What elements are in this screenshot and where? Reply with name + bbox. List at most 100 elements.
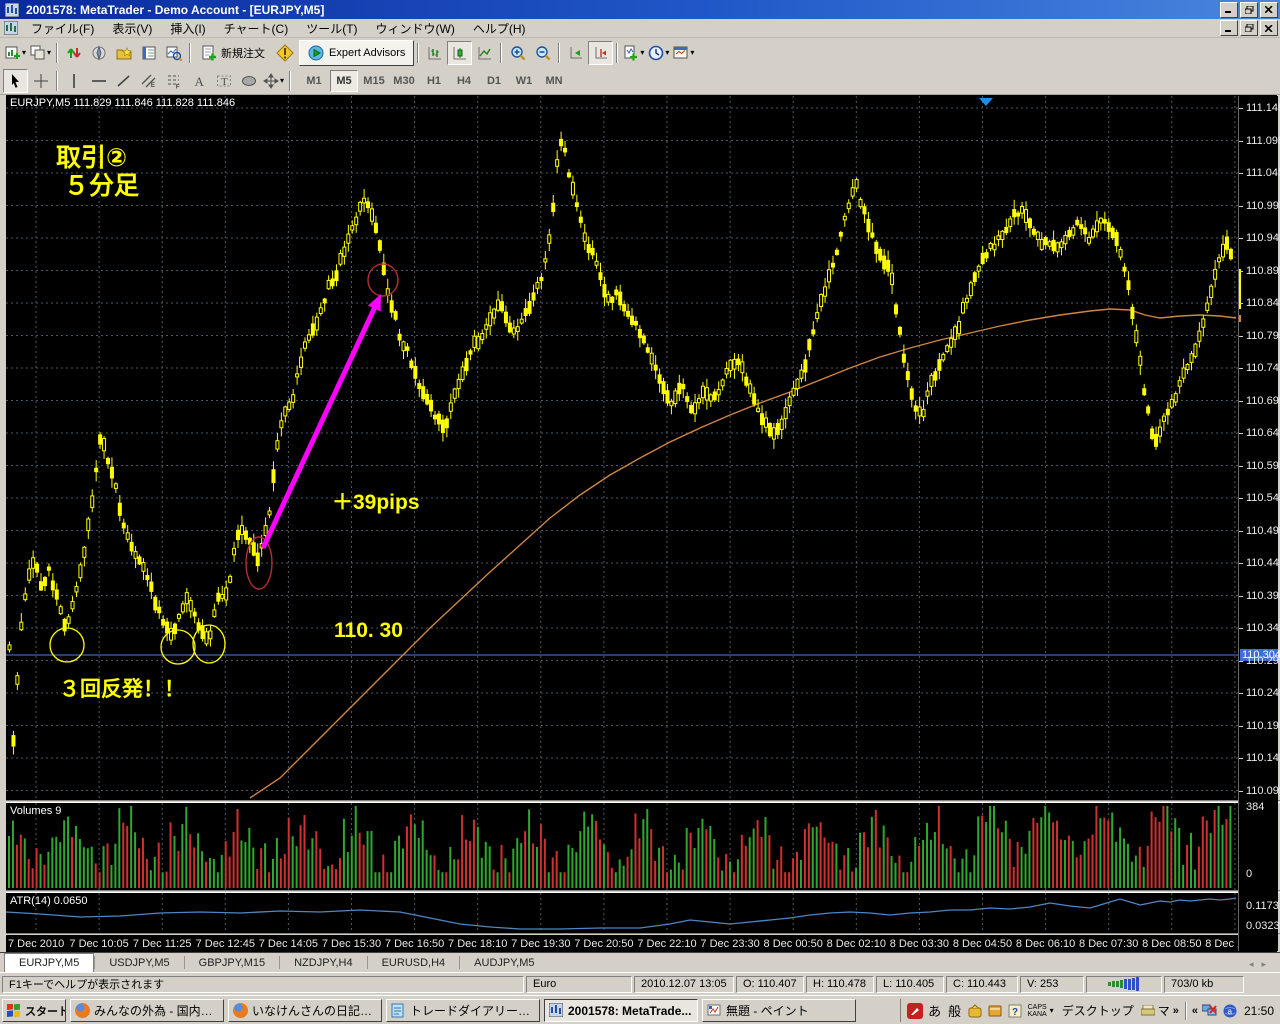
bar-chart-button[interactable]	[422, 41, 447, 65]
menu-window[interactable]: ウィンドウ(W)	[367, 18, 464, 39]
indicator-dropdown-arrow[interactable]: ▾	[1050, 1006, 1054, 1015]
chart-tab-eurjpy[interactable]: EURJPY,M5	[4, 953, 94, 972]
ellipse-tool-button[interactable]	[236, 69, 261, 93]
status-bar: F1キーでヘルプが表示されますEuro2010.12.07 13:05O: 11…	[0, 972, 1280, 995]
main-price-chart[interactable]	[6, 96, 1238, 800]
status-close-price: C: 110.443	[946, 976, 1018, 993]
minimize-button[interactable]	[1220, 2, 1238, 18]
menu-insert[interactable]: 挿入(I)	[161, 18, 214, 39]
menu-tools[interactable]: ツール(T)	[297, 18, 366, 39]
timeframe-w1-button[interactable]: W1	[510, 70, 538, 92]
volumes-pane[interactable]	[6, 803, 1238, 890]
timeframe-m15-button[interactable]: M15	[360, 70, 388, 92]
timeframe-h4-button[interactable]: H4	[450, 70, 478, 92]
menu-file[interactable]: ファイル(F)	[22, 18, 103, 39]
market-watch-button[interactable]	[61, 41, 86, 65]
chart-tab-nzdjpy[interactable]: NZDJPY,H4	[280, 953, 366, 972]
crosshair-button[interactable]	[28, 69, 53, 93]
auto-scroll-button[interactable]	[563, 41, 588, 65]
price-axis-label: 110.995	[1246, 200, 1280, 212]
chart-tab-gbpjpy[interactable]: GBPJPY,M15	[185, 953, 279, 972]
periods-button[interactable]: ▾	[646, 41, 671, 65]
zoom-in-button[interactable]	[505, 41, 530, 65]
keyboard-state-indicator[interactable]: CAPS KANA	[1028, 1004, 1047, 1018]
new-chart-button[interactable]: ▾	[3, 41, 28, 65]
price-axis[interactable]: 110.304 384 0 0.1173 0.0323 111.145111.0…	[1238, 96, 1278, 951]
text-button[interactable]: A	[186, 69, 211, 93]
expert-advisors-button[interactable]: Expert Advisors	[299, 40, 414, 66]
desktop-toolbar-label[interactable]: デスクトップ	[1062, 1002, 1134, 1019]
ime-pad-icon[interactable]	[967, 1003, 983, 1019]
printer-tray-icon[interactable]	[1140, 1003, 1156, 1019]
metaeditor-warning-icon[interactable]	[272, 41, 297, 65]
timeframe-m30-button[interactable]: M30	[390, 70, 418, 92]
zoom-out-button[interactable]	[530, 41, 555, 65]
timeframe-d1-button[interactable]: D1	[480, 70, 508, 92]
price-axis-label: 111.145	[1246, 102, 1280, 114]
time-axis[interactable]: 7 Dec 20107 Dec 10:057 Dec 11:257 Dec 12…	[6, 935, 1238, 952]
svg-text:a: a	[1227, 1007, 1232, 1016]
firefox-icon	[233, 1003, 248, 1018]
strategy-tester-button[interactable]	[161, 41, 186, 65]
annotation-bounce: ３回反発！！	[59, 673, 185, 703]
price-axis-label: 111.095	[1246, 135, 1280, 147]
line-chart-button[interactable]	[472, 41, 497, 65]
templates-button[interactable]: ▾	[671, 41, 696, 65]
indicators-button[interactable]: ▾	[621, 41, 646, 65]
chart-tab-eurusd[interactable]: EURUSD,H4	[368, 953, 460, 972]
network-status-icon[interactable]	[1202, 1003, 1218, 1019]
volumes-axis-max: 384	[1246, 801, 1264, 813]
equidistant-channel-button[interactable]: E	[136, 69, 161, 93]
timeframe-h1-button[interactable]: H1	[420, 70, 448, 92]
close-button[interactable]	[1260, 2, 1278, 18]
ime-mode-indicator[interactable]: 般	[947, 1003, 963, 1019]
menu-charts[interactable]: チャート(C)	[215, 18, 298, 39]
timeframe-m1-button[interactable]: M1	[300, 70, 328, 92]
chart-tab-audjpy[interactable]: AUDJPY,M5	[460, 953, 548, 972]
atok-globe-icon[interactable]: a	[1222, 1003, 1238, 1019]
taskbar-button-4[interactable]: 無題 - ペイント	[702, 999, 856, 1022]
timeframe-m5-button[interactable]: M5	[330, 70, 358, 92]
child-minimize-button[interactable]	[1220, 20, 1238, 36]
vertical-line-button[interactable]	[61, 69, 86, 93]
menu-view[interactable]: 表示(V)	[103, 18, 161, 39]
chart-child-icon[interactable]	[2, 20, 20, 36]
child-restore-button[interactable]	[1240, 20, 1258, 36]
status-symbol-description: Euro	[526, 976, 632, 993]
timeframe-mn-button[interactable]: MN	[540, 70, 568, 92]
horizontal-line-button[interactable]	[86, 69, 111, 93]
trendline-button[interactable]	[111, 69, 136, 93]
taskbar-button-2[interactable]: トレードダイアリーテンプレー...	[386, 999, 540, 1022]
toolbar-chevron-right[interactable]: »	[1173, 1005, 1179, 1017]
terminal-button[interactable]	[136, 41, 161, 65]
data-window-button[interactable]	[86, 41, 111, 65]
menu-help[interactable]: ヘルプ(H)	[464, 18, 535, 39]
atr-pane[interactable]	[6, 893, 1238, 933]
taskbar-button-0[interactable]: みんなの外為 - 国内最...	[70, 999, 224, 1022]
text-label-button[interactable]: T	[211, 69, 236, 93]
ime-dictionary-icon[interactable]	[987, 1003, 1003, 1019]
connection-status-icon[interactable]	[1086, 976, 1162, 993]
profiles-button[interactable]: ▾	[28, 41, 53, 65]
chart-tab-usdjpy[interactable]: USDJPY,M5	[95, 953, 183, 972]
child-close-button[interactable]	[1260, 20, 1278, 36]
ime-ma-indicator[interactable]: マ	[1158, 1002, 1170, 1019]
arrows-tool-button[interactable]: ▾	[261, 69, 286, 93]
cursor-button[interactable]	[3, 69, 28, 93]
fibonacci-button[interactable]: F	[161, 69, 186, 93]
ime-hiragana-indicator[interactable]: あ	[927, 1003, 943, 1019]
tab-scroll-arrows[interactable]: ◂▸	[1249, 959, 1274, 970]
navigator-button[interactable]	[111, 41, 136, 65]
tray-clock[interactable]: 21:50	[1244, 1004, 1274, 1018]
taskbar-button-1[interactable]: いなけんさんの日記「2010...	[228, 999, 382, 1022]
ime-tool-icon[interactable]	[907, 1003, 923, 1019]
taskbar-button-3[interactable]: 2001578: MetaTrade...	[544, 999, 698, 1022]
restore-button[interactable]	[1240, 2, 1258, 18]
start-button[interactable]: スタート	[2, 999, 66, 1022]
candlestick-chart-button[interactable]	[447, 41, 472, 65]
help-tray-icon[interactable]: ?	[1007, 1003, 1023, 1019]
title-bar: 2001578: MetaTrader - Demo Account - [EU…	[0, 0, 1280, 19]
chart-shift-button[interactable]	[588, 41, 613, 65]
tray-chevron-left[interactable]: «	[1192, 1005, 1198, 1017]
new-order-button[interactable]: 新規注文	[194, 41, 272, 65]
